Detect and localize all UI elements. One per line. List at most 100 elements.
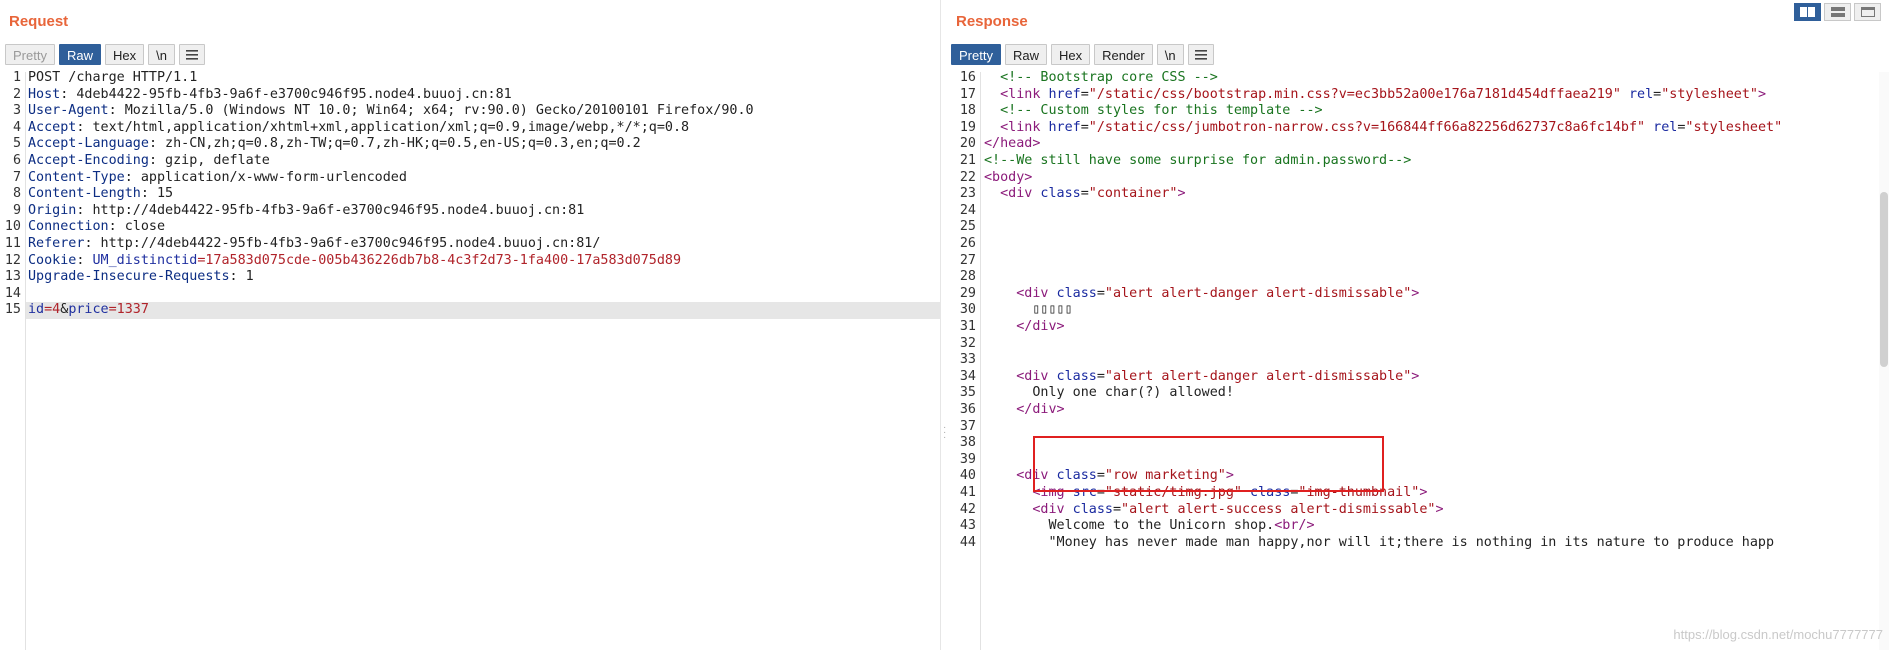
tab-hex[interactable]: Hex <box>1050 44 1091 65</box>
request-view-toolbar: Pretty Raw Hex \n <box>5 44 205 65</box>
code-token: <div <box>1000 186 1041 202</box>
request-title: Request <box>9 13 69 30</box>
code-token: "Money has never made man happy,nor will… <box>1048 534 1775 550</box>
code-token: Connection <box>28 219 109 235</box>
code-token: > <box>1419 485 1428 500</box>
code-token: class <box>1040 186 1081 202</box>
code-token: <div <box>1032 501 1073 517</box>
code-token: User-Agent <box>28 103 109 119</box>
code-token: =4 <box>44 302 61 318</box>
code-token: href <box>1048 119 1081 135</box>
highlighted-line <box>26 302 940 319</box>
code-token: Welcome to the Unicorn shop. <box>1048 518 1275 534</box>
code-token: "/static/css/bootstrap.min.css?v=ec3bb52… <box>1088 86 1621 102</box>
response-scrollbar[interactable] <box>1879 72 1889 650</box>
tab-raw[interactable]: Raw <box>1004 44 1047 65</box>
response-editor[interactable]: 16 <!-- Bootstrap core CSS --> 17 <link hre… <box>949 70 1889 650</box>
code-token: <link <box>1000 119 1049 135</box>
code-line: </div> <box>1016 400 1064 420</box>
code-token: ▯▯▯▯▯ <box>1032 302 1073 318</box>
code-token: <br/> <box>1274 518 1315 534</box>
code-token: Content-Length <box>28 186 141 202</box>
tab-pretty[interactable]: Pretty <box>5 44 55 65</box>
code-token: = <box>1096 368 1105 384</box>
code-line: <link href="/static/css/jumbotron-narrow… <box>1000 118 1782 138</box>
code-token: : application/x-www-form-urlencoded <box>124 169 407 185</box>
code-line: </div> <box>1016 317 1064 337</box>
code-token: Accept <box>28 119 77 135</box>
hamburger-menu-icon[interactable] <box>1187 44 1214 65</box>
code-token: <link <box>1000 86 1049 102</box>
code-line: <!--We still have some surprise for admi… <box>984 151 1411 171</box>
code-token: Upgrade-Insecure-Requests <box>28 269 230 285</box>
tab-raw[interactable]: Raw <box>58 44 101 65</box>
code-token: = <box>1096 285 1105 301</box>
code-token: rel <box>1620 86 1654 102</box>
code-token: = <box>1080 186 1089 202</box>
code-token: rel <box>1645 119 1678 135</box>
code-token: </div> <box>1016 402 1065 417</box>
code-token: : 4deb4422-95fb-4fb3-9a6f-e3700c946f95.n… <box>60 86 512 102</box>
scrollbar-thumb[interactable] <box>1880 192 1888 367</box>
code-token: : Mozilla/5.0 (Windows NT 10.0; Win64; x… <box>108 103 754 119</box>
code-line: "Money has never made man happy,nor will… <box>1048 533 1774 553</box>
code-token: =17a583d075cde-005b436226db7b8-4c3f2d73-… <box>197 252 682 268</box>
code-token: </head> <box>984 136 1041 152</box>
request-pane: Request Pretty Raw Hex \n 1 POST /charge HTT… <box>0 0 940 650</box>
code-line: <div class="container"> <box>1000 184 1185 204</box>
highlight-box <box>1033 436 1384 492</box>
request-editor[interactable]: 1 POST /charge HTTP/1.1 2 Host: 4deb4422-95… <box>0 70 940 650</box>
code-token: <!-- Custom styles for this template --> <box>1000 103 1323 119</box>
code-token: : http://4deb4422-95fb-4fb3-9a6f-e3700c9… <box>76 202 585 218</box>
code-token: Accept-Encoding <box>28 153 149 168</box>
code-token: "container" <box>1088 186 1178 202</box>
code-token: <div <box>1016 285 1057 301</box>
code-token: POST /charge HTTP/1.1 <box>28 70 198 85</box>
code-token: "stylesheet" <box>1685 119 1783 135</box>
code-token: "alert alert-danger alert-dismissable" <box>1104 368 1412 384</box>
resize-grip-icon[interactable]: · · · <box>943 423 946 443</box>
code-token: = <box>1080 86 1089 102</box>
response-view-toolbar: Pretty Raw Hex Render \n <box>951 44 1214 65</box>
code-token: : zh-CN,zh;q=0.8,zh-TW;q=0.7,zh-HK;q=0.5… <box>148 136 641 152</box>
code-token: Origin <box>28 202 77 218</box>
tabs-icon[interactable] <box>1854 3 1881 21</box>
code-token: > <box>1411 368 1420 384</box>
code-token: > <box>1435 501 1444 517</box>
response-pane: Response Pretty Raw Hex Render \n 16 <!-- Boo… <box>949 0 1889 650</box>
code-token: > <box>1757 86 1767 102</box>
split-vertical-icon[interactable] <box>1794 3 1821 21</box>
code-token: "stylesheet" <box>1661 86 1758 102</box>
tab-newline-toggle[interactable]: \n <box>1156 44 1184 65</box>
code-token: id <box>28 302 45 318</box>
code-token: </div> <box>1016 319 1065 334</box>
code-token: : http://4deb4422-95fb-4fb3-9a6f-e3700c9… <box>84 236 601 251</box>
tab-render[interactable]: Render <box>1094 44 1153 65</box>
code-token: "alert alert-success alert-dismissable" <box>1121 501 1436 517</box>
watermark: https://blog.csdn.net/mochu7777777 <box>1673 627 1883 642</box>
code-token: price <box>68 302 109 318</box>
code-token: "/static/css/jumbotron-narrow.css?v=1668… <box>1088 119 1646 135</box>
code-token: > <box>1177 186 1186 202</box>
code-token: Referer <box>28 236 85 251</box>
tab-pretty[interactable]: Pretty <box>951 44 1001 65</box>
layout-buttons <box>1794 3 1881 21</box>
code-line: id=4&price=1337 <box>28 300 149 320</box>
code-token: : gzip, deflate <box>148 153 270 168</box>
code-token: <body> <box>984 169 1033 185</box>
code-token: class <box>1056 368 1097 384</box>
tab-newline-toggle[interactable]: \n <box>148 44 175 65</box>
code-token: <div <box>1016 368 1057 384</box>
code-token: class <box>1056 285 1097 301</box>
code-line: Upgrade-Insecure-Requests: 1 <box>28 267 254 287</box>
response-title: Response <box>956 13 1028 30</box>
code-token: : 1 <box>229 269 254 285</box>
code-token: : text/html,application/xhtml+xml,applic… <box>76 119 690 135</box>
tab-hex[interactable]: Hex <box>104 44 145 65</box>
code-token: Host <box>28 86 61 102</box>
split-horizontal-icon[interactable] <box>1824 3 1851 21</box>
code-token: class <box>1072 501 1113 517</box>
code-token: = <box>1080 119 1089 135</box>
hamburger-menu-icon[interactable] <box>178 44 205 65</box>
code-token: =1337 <box>108 302 149 318</box>
